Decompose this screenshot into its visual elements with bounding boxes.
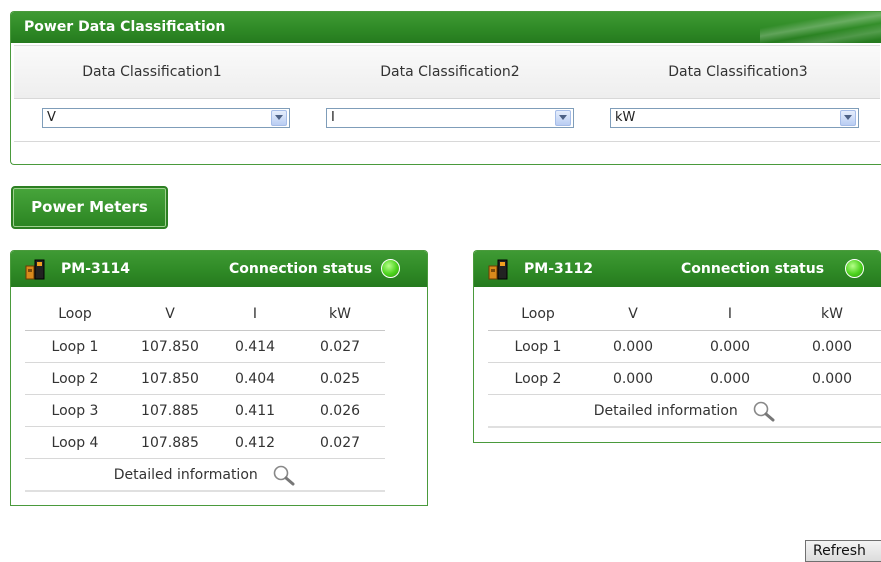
column-header-kw: kW <box>295 298 385 331</box>
loop-cell: Loop 2 <box>488 362 588 395</box>
current-cell: 0.412 <box>215 426 295 459</box>
table-row: Loop 4 107.885 0.412 0.027 <box>25 426 385 459</box>
power-cell: 0.027 <box>295 426 385 459</box>
loop-cell: Loop 2 <box>25 362 125 395</box>
meter-table: Loop V I kW Loop 1 107.850 0.414 0.027 L… <box>25 298 385 492</box>
loop-cell: Loop 1 <box>488 330 588 363</box>
current-cell: 0.000 <box>678 330 782 363</box>
table-row: Loop 1 0.000 0.000 0.000 <box>488 330 881 363</box>
detail-row: Detailed information <box>25 458 385 492</box>
column-header-loop: Loop <box>488 298 588 331</box>
power-cell: 0.000 <box>782 330 881 363</box>
loop-cell: Loop 1 <box>25 330 125 363</box>
meter-name: PM-3114 <box>61 261 130 277</box>
voltage-cell: 107.885 <box>125 394 215 427</box>
classification3-select[interactable]: kW <box>610 108 859 128</box>
classification-select-row: V I kW <box>14 98 880 142</box>
column-header-v: V <box>125 298 215 331</box>
classification-header: Power Data Classification <box>11 12 881 43</box>
classification3-value: kW <box>615 110 636 125</box>
classification2-select[interactable]: I <box>326 108 574 128</box>
table-header-row: Loop V I kW <box>488 298 881 331</box>
meter-header: PM-3112 Connection status <box>474 251 881 287</box>
power-cell: 0.025 <box>295 362 385 395</box>
meter-name: PM-3112 <box>524 261 593 277</box>
current-cell: 0.404 <box>215 362 295 395</box>
status-led-icon <box>845 259 864 278</box>
voltage-cell: 107.850 <box>125 330 215 363</box>
table-row: Loop 2 0.000 0.000 0.000 <box>488 362 881 395</box>
column-header-loop: Loop <box>25 298 125 331</box>
magnifier-icon[interactable] <box>752 400 776 422</box>
refresh-button[interactable]: Refresh <box>805 540 881 562</box>
current-cell: 0.414 <box>215 330 295 363</box>
classification1-value: V <box>47 110 56 125</box>
table-header-row: Loop V I kW <box>25 298 385 331</box>
status-led-icon <box>381 259 400 278</box>
voltage-cell: 0.000 <box>588 362 678 395</box>
power-meter-icon <box>25 259 45 280</box>
loop-cell: Loop 3 <box>25 394 125 427</box>
column-header-i: I <box>215 298 295 331</box>
meter-card-pm3112: PM-3112 Connection status Loop V I kW Lo… <box>473 250 881 443</box>
classification2-label: Data Classification2 <box>380 64 520 80</box>
meter-table: Loop V I kW Loop 1 0.000 0.000 0.000 Loo… <box>488 298 881 428</box>
classification1-select[interactable]: V <box>42 108 290 128</box>
connection-status-label: Connection status <box>229 261 373 277</box>
voltage-cell: 107.885 <box>125 426 215 459</box>
detail-row: Detailed information <box>488 394 881 428</box>
column-header-v: V <box>588 298 678 331</box>
power-cell: 0.000 <box>782 362 881 395</box>
voltage-cell: 0.000 <box>588 330 678 363</box>
power-meter-icon <box>488 259 508 280</box>
classification2-value: I <box>331 110 335 125</box>
meter-card-pm3114: PM-3114 Connection status Loop V I kW Lo… <box>10 250 428 506</box>
table-row: Loop 1 107.850 0.414 0.027 <box>25 330 385 363</box>
classification1-label: Data Classification1 <box>82 64 222 80</box>
detailed-information-link[interactable]: Detailed information <box>25 458 385 492</box>
current-cell: 0.411 <box>215 394 295 427</box>
detailed-information-label: Detailed information <box>593 402 738 419</box>
loop-cell: Loop 4 <box>25 426 125 459</box>
detailed-information-link[interactable]: Detailed information <box>488 394 881 428</box>
table-row: Loop 3 107.885 0.411 0.026 <box>25 394 385 427</box>
connection-status-label: Connection status <box>681 261 825 277</box>
column-header-i: I <box>678 298 782 331</box>
voltage-cell: 107.850 <box>125 362 215 395</box>
classification-title: Power Data Classification <box>24 19 226 35</box>
detailed-information-label: Detailed information <box>113 466 258 483</box>
chevron-down-icon[interactable] <box>555 110 571 126</box>
column-header-kw: kW <box>782 298 881 331</box>
chevron-down-icon[interactable] <box>271 110 287 126</box>
chevron-down-icon[interactable] <box>840 110 856 126</box>
classification3-label: Data Classification3 <box>668 64 808 80</box>
classification-label-row: Data Classification1 Data Classification… <box>14 45 880 99</box>
header-sheen-decoration <box>760 12 881 43</box>
magnifier-icon[interactable] <box>272 464 296 486</box>
current-cell: 0.000 <box>678 362 782 395</box>
power-meters-button[interactable]: Power Meters <box>11 186 168 229</box>
table-row: Loop 2 107.850 0.404 0.025 <box>25 362 385 395</box>
power-cell: 0.027 <box>295 330 385 363</box>
meter-header: PM-3114 Connection status <box>11 251 427 287</box>
power-cell: 0.026 <box>295 394 385 427</box>
